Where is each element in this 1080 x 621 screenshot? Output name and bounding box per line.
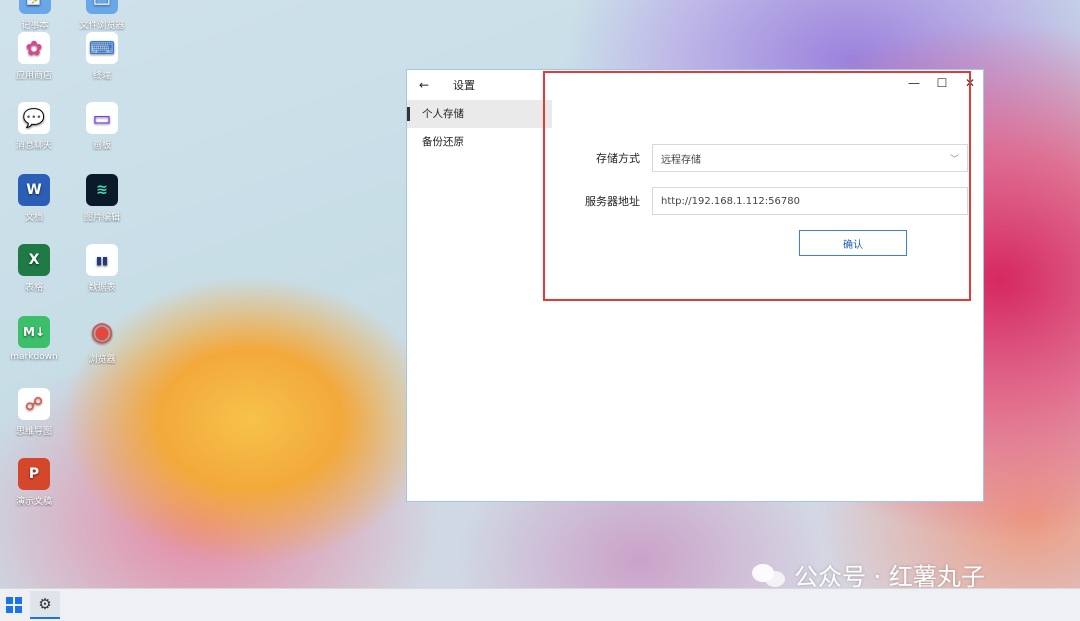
sidebar-item-personal-storage[interactable]: 个人存储: [407, 100, 552, 128]
mind-map-icon: ☍: [18, 388, 50, 420]
desktop-icon-browser[interactable]: ◉ 浏览器: [72, 316, 132, 365]
watermark-text: 公众号 · 红薯丸子: [794, 563, 985, 591]
server-address-row: 服务器地址 http://192.168.1.112:56780: [552, 187, 983, 215]
settings-sidebar: ← 设置 个人存储 备份还原: [407, 70, 552, 501]
wechat-icon: [752, 562, 786, 588]
sidebar-item-label: 个人存储: [422, 108, 464, 120]
storage-method-select[interactable]: 远程存储 ﹀: [652, 144, 968, 172]
server-address-value: http://192.168.1.112:56780: [661, 195, 800, 207]
desktop-icon-markdown[interactable]: M↓ markdown: [4, 316, 64, 362]
desktop-icon-file-browser[interactable]: 🗂 文件浏览器: [72, 0, 132, 31]
windows-start-icon[interactable]: [6, 597, 22, 613]
settings-window: ← 设置 个人存储 备份还原 — ☐ ✕ 存储方式 远程存储 ﹀ 服务器地址 h…: [406, 69, 984, 502]
storage-method-label: 存储方式: [596, 152, 640, 165]
bar-chart-icon: ▮▮: [86, 244, 118, 276]
desktop-icon-mind-map[interactable]: ☍ 思维导图: [4, 388, 64, 437]
sidebar-item-label: 备份还原: [422, 136, 464, 148]
taskbar: ⚙: [0, 588, 1080, 621]
desktop-icon-chat[interactable]: 💬 消息聊天: [4, 102, 64, 151]
browser-icon: ◉: [90, 317, 114, 347]
chevron-down-icon: ﹀: [949, 155, 959, 165]
server-address-label: 服务器地址: [585, 195, 640, 208]
powerpoint-icon: P: [18, 458, 50, 490]
desktop-icon-drawing-board[interactable]: ▭ 画板: [72, 102, 132, 151]
confirm-button[interactable]: 确认: [799, 230, 907, 256]
chat-icon: 💬: [18, 102, 50, 134]
storage-method-row: 存储方式 远程存储 ﹀: [552, 144, 983, 172]
sidebar-item-backup-restore[interactable]: 备份还原: [407, 128, 552, 156]
desktop-icon-notepad[interactable]: 📝 记事本: [5, 0, 65, 31]
board-icon: ▭: [86, 102, 118, 134]
folder-icon: 🗂: [86, 0, 118, 14]
desktop-icon-terminal[interactable]: ⌨ 终端: [72, 32, 132, 81]
window-title: 设置: [453, 79, 475, 92]
window-header: ← 设置: [407, 70, 552, 100]
desktop-icon-excel[interactable]: X 表格: [4, 244, 64, 293]
settings-gear-icon[interactable]: ⚙: [30, 591, 60, 619]
watermark: 公众号 · 红薯丸子: [752, 557, 985, 592]
markdown-icon: M↓: [18, 316, 50, 348]
back-arrow-icon[interactable]: ←: [419, 78, 439, 92]
terminal-icon: ⌨: [86, 32, 118, 64]
desktop-icon-powerpoint[interactable]: P 演示文稿: [4, 458, 64, 507]
settings-form: 存储方式 远程存储 ﹀ 服务器地址 http://192.168.1.112:5…: [552, 70, 983, 501]
desktop-icon-data-sheet[interactable]: ▮▮ 数据表: [72, 244, 132, 293]
storage-method-value: 远程存储: [661, 154, 701, 166]
server-address-input[interactable]: http://192.168.1.112:56780: [652, 187, 968, 215]
desktop-icon-app-store[interactable]: ✿ 应用商店: [4, 32, 64, 81]
notepad-icon: 📝: [19, 0, 51, 14]
word-icon: W: [18, 174, 50, 206]
excel-icon: X: [18, 244, 50, 276]
app-store-icon: ✿: [18, 32, 50, 64]
image-editor-icon: ≋: [86, 174, 118, 206]
desktop-icon-image-editor[interactable]: ≋ 图片编辑: [72, 174, 132, 223]
desktop-icon-word[interactable]: W 文档: [4, 174, 64, 223]
